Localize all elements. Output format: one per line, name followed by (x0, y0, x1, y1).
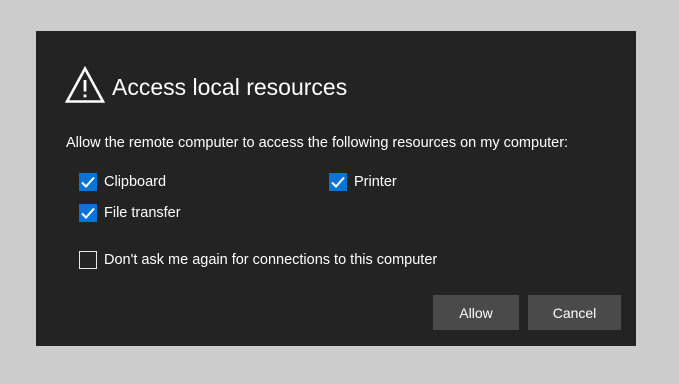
checkbox-unchecked-icon (79, 251, 97, 269)
printer-label: Printer (354, 174, 397, 190)
clipboard-checkbox[interactable]: Clipboard (79, 173, 166, 191)
dont-ask-again-label: Don't ask me again for connections to th… (104, 252, 438, 268)
printer-checkbox[interactable]: Printer (329, 173, 397, 191)
checkbox-checked-icon (79, 173, 97, 191)
file-transfer-label: File transfer (104, 205, 181, 221)
dont-ask-again-checkbox[interactable]: Don't ask me again for connections to th… (79, 251, 437, 269)
allow-button[interactable]: Allow (433, 295, 519, 330)
warning-icon (65, 66, 105, 103)
checkbox-checked-icon (329, 173, 347, 191)
cancel-button[interactable]: Cancel (528, 295, 621, 330)
clipboard-label: Clipboard (104, 174, 167, 190)
checkbox-checked-icon (79, 204, 97, 222)
dialog-description: Allow the remote computer to access the … (66, 135, 569, 151)
access-local-resources-dialog: Access local resources Allow the remote … (36, 31, 636, 346)
dialog-title: Access local resources (112, 74, 348, 100)
file-transfer-checkbox[interactable]: File transfer (79, 204, 181, 222)
